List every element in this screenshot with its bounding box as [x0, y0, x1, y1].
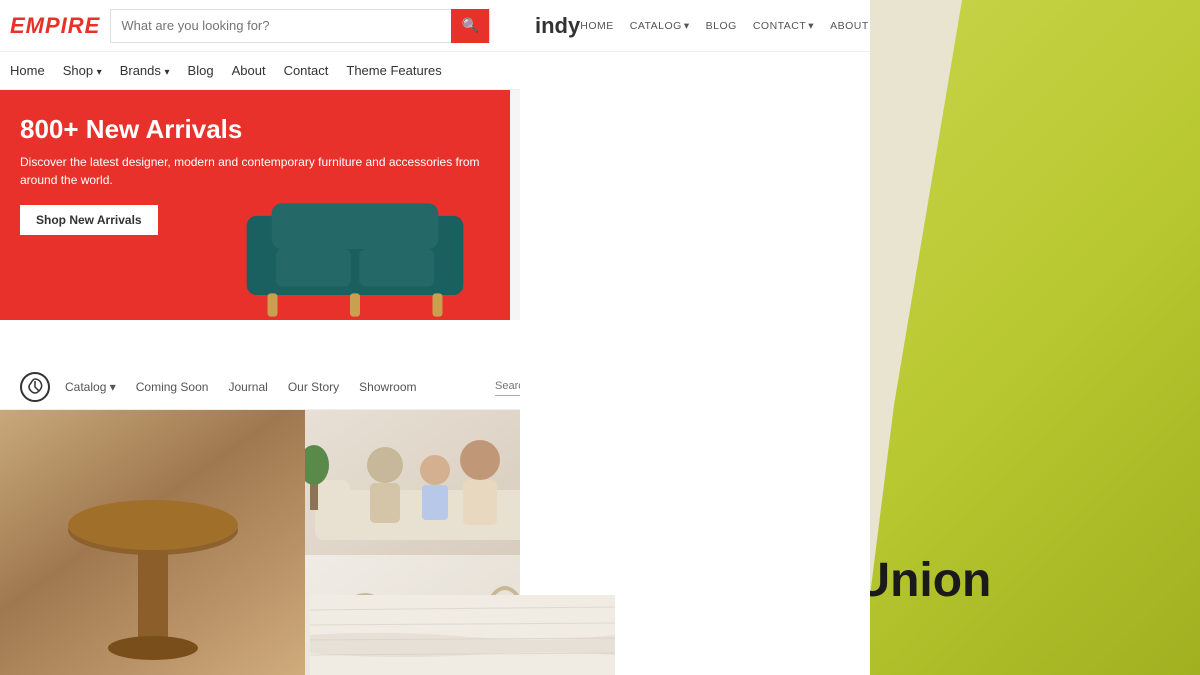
handy-nav-contact[interactable]: CONTACT ▾: [753, 20, 814, 32]
empire-shop-arrivals-button[interactable]: Shop New Arrivals: [20, 205, 158, 235]
linen-texture: [310, 595, 615, 675]
cascade-nav: Catalog ▾ Coming Soon Journal Our Story …: [65, 380, 495, 394]
handy-logo: indy: [535, 13, 580, 39]
nav-contact[interactable]: Contact: [284, 63, 329, 78]
nav-shop[interactable]: Shop ▾: [63, 63, 102, 78]
empire-logo: EMPIRE: [10, 13, 100, 39]
empire-theme: EMPIRE 🔍 Home Shop ▾ Brands ▾ Blog About…: [0, 0, 610, 675]
linen-illustration: [310, 595, 615, 675]
contact-arrow-icon: ▾: [808, 20, 814, 32]
handy-nav-blog[interactable]: BLOG: [706, 20, 737, 32]
empire-hero-main: 800+ New Arrivals Discover the latest de…: [0, 90, 510, 320]
handy-nav: HOME CATALOG ▾ BLOG CONTACT ▾ ABOUT THEM…: [580, 20, 870, 32]
cascade-logo: [20, 372, 50, 402]
nav-blog[interactable]: Blog: [188, 63, 214, 78]
product-linen[interactable]: [310, 595, 615, 675]
empire-hero-title: 800+ New Arrivals: [20, 114, 490, 145]
handy-theme: indy HOME CATALOG ▾ BLOG CONTACT ▾ ABOUT…: [520, 0, 870, 675]
search-icon: 🔍: [462, 17, 479, 34]
nav-theme-features[interactable]: Theme Features: [346, 63, 441, 78]
cascade-nav-our-story[interactable]: Our Story: [288, 380, 339, 394]
empire-search-bar: 🔍: [110, 9, 490, 43]
brands-dropdown-icon: ▾: [165, 67, 170, 78]
nav-about[interactable]: About: [232, 63, 266, 78]
sofa-illustration: [230, 170, 480, 320]
handy-nav-home[interactable]: HOME: [580, 20, 614, 32]
cascade-nav-journal[interactable]: Journal: [228, 380, 267, 394]
catalog-arrow-icon: ▾: [684, 20, 690, 32]
nav-home[interactable]: Home: [10, 63, 45, 78]
handy-nav-catalog[interactable]: CATALOG ▾: [630, 20, 690, 32]
nav-brands[interactable]: Brands ▾: [120, 63, 170, 78]
empire-header: EMPIRE 🔍: [0, 0, 610, 52]
wood-table-illustration: [43, 410, 263, 675]
cascade-nav-catalog[interactable]: Catalog ▾: [65, 380, 116, 394]
cascade-header: Catalog ▾ Coming Soon Journal Our Story …: [0, 365, 610, 410]
empire-search-button[interactable]: 🔍: [451, 9, 489, 43]
cascade-nav-coming-soon[interactable]: Coming Soon: [136, 380, 209, 394]
product-wood-table[interactable]: [0, 410, 305, 675]
handy-header: indy HOME CATALOG ▾ BLOG CONTACT ▾ ABOUT…: [520, 0, 870, 52]
catalog-dropdown-icon: ▾: [110, 380, 116, 394]
empire-hero: 800+ New Arrivals Discover the latest de…: [0, 90, 610, 320]
handy-nav-about[interactable]: ABOUT: [830, 20, 869, 32]
empire-nav: Home Shop ▾ Brands ▾ Blog About Contact …: [0, 52, 610, 90]
shop-dropdown-icon: ▾: [97, 67, 102, 78]
empire-search-input[interactable]: [111, 18, 451, 33]
cascade-logo-icon: [25, 377, 45, 397]
cascade-nav-showroom[interactable]: Showroom: [359, 380, 416, 394]
